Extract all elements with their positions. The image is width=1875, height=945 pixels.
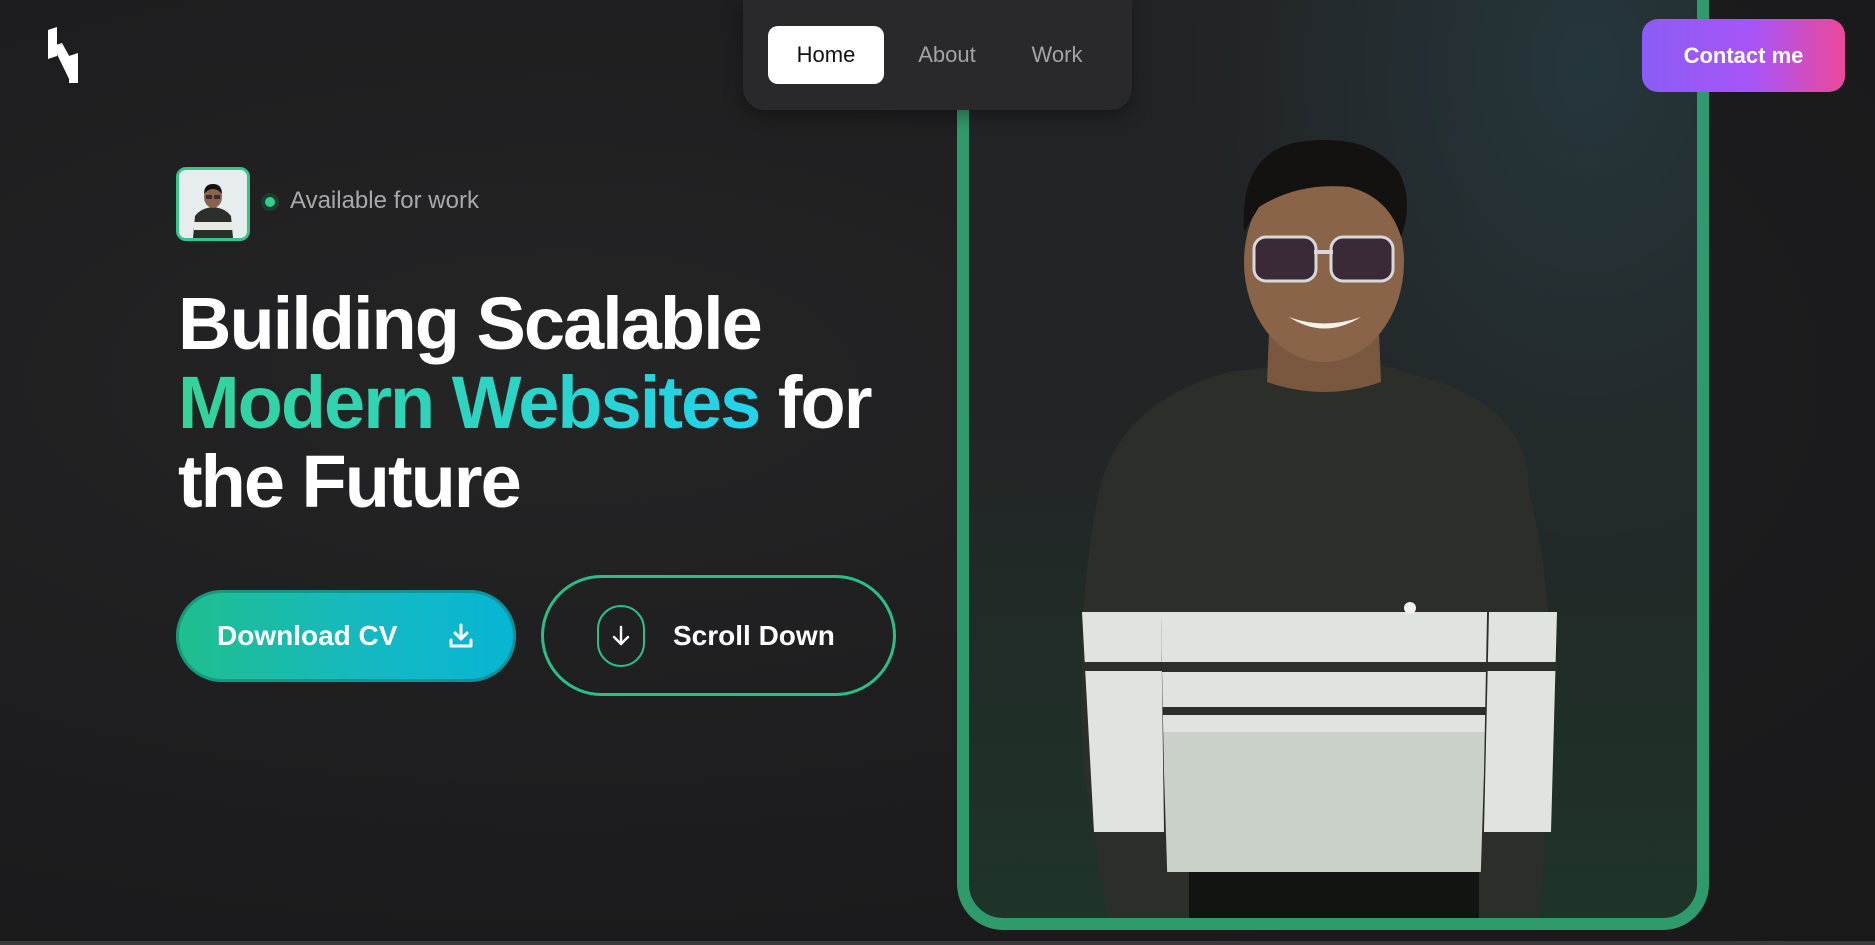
avatar (176, 167, 250, 241)
main-nav: Home About Work (743, 0, 1132, 110)
download-icon (447, 622, 475, 650)
portrait-photo (1081, 140, 1557, 918)
arrow-down-icon (597, 605, 645, 667)
status-dot-icon (261, 193, 279, 211)
hero-headline: Building Scalable Modern Websites for th… (178, 284, 938, 521)
download-cv-label: Download CV (217, 620, 398, 651)
scroll-down-button[interactable]: Scroll Down (541, 575, 896, 696)
nav-item-work[interactable]: Work (1009, 26, 1105, 84)
nav-item-home[interactable]: Home (768, 26, 884, 84)
availability-status: Available for work (290, 187, 479, 214)
portrait-frame (957, 0, 1709, 930)
nav-item-about[interactable]: About (899, 26, 995, 84)
contact-button[interactable]: Contact me (1642, 19, 1845, 92)
headline-highlight: Modern Websites (178, 361, 761, 444)
download-cv-button[interactable]: Download CV (176, 590, 516, 682)
headline-line-1: Building Scalable (178, 282, 763, 365)
headline-line-3: the Future (178, 440, 522, 523)
headline-after-highlight: for (777, 361, 873, 444)
hero-page: Home About Work Contact me Available for… (0, 0, 1875, 945)
bottom-divider (0, 941, 1875, 945)
scroll-down-label: Scroll Down (673, 620, 835, 651)
brand-logo-icon[interactable] (44, 26, 82, 84)
